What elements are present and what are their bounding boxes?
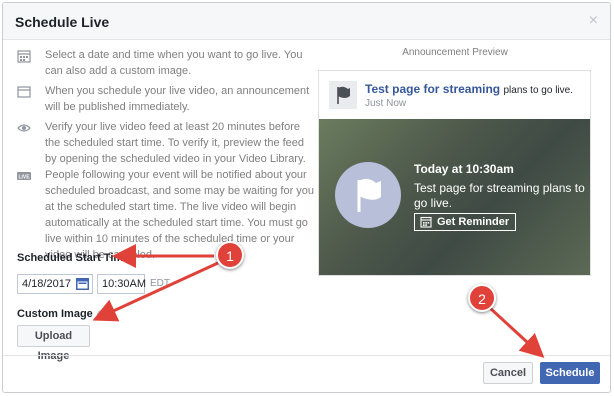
schedule-button[interactable]: Schedule xyxy=(540,362,600,384)
annotation-badge-1: 1 xyxy=(216,241,244,269)
time-field[interactable]: 10:30AM xyxy=(97,274,146,294)
preview-image: Today at 10:30am Test page for streaming… xyxy=(319,119,590,275)
get-reminder-button[interactable]: Get Reminder xyxy=(414,213,517,231)
preview-timestamp: Just Now xyxy=(365,98,407,109)
preview-date: Today at 10:30am xyxy=(414,162,514,176)
info-row-verify: Verify your live video feed at least 20 … xyxy=(17,119,307,169)
upload-image-button[interactable]: Upload Image xyxy=(17,325,90,362)
flag-circle-icon xyxy=(335,162,401,228)
annotation-badge-2: 2 xyxy=(468,284,496,312)
calendar-picker-icon[interactable] xyxy=(75,276,90,291)
eye-icon xyxy=(17,124,31,132)
preview-page-line: Test page for streaming plans to go live… xyxy=(365,82,573,96)
info-text: When you schedule your live video, an an… xyxy=(45,85,310,113)
preview-header: Test page for streaming plans to go live… xyxy=(319,71,590,119)
page-flag-icon xyxy=(329,81,357,109)
dialog-title: Schedule Live xyxy=(15,14,110,30)
info-text: People following your event will be noti… xyxy=(45,169,315,261)
info-text: Verify your live video feed at least 20 … xyxy=(45,121,306,165)
cancel-button[interactable]: Cancel xyxy=(483,362,533,384)
info-row-date: Select a date and time when you want to … xyxy=(17,47,307,81)
close-icon[interactable]: × xyxy=(589,12,598,30)
info-icon[interactable]: i xyxy=(96,310,106,319)
info-text: Select a date and time when you want to … xyxy=(45,49,303,77)
footer-divider xyxy=(3,355,610,356)
window-icon xyxy=(17,86,31,98)
announcement-preview-card: Test page for streaming plans to go live… xyxy=(318,70,591,276)
svg-text:LIVE: LIVE xyxy=(18,175,30,181)
preview-action: plans to go live. xyxy=(503,85,573,96)
live-icon: LIVE xyxy=(17,172,31,181)
announcement-preview-label: Announcement Preview xyxy=(402,47,508,58)
schedule-live-dialog: Schedule Live × Select a date and time w… xyxy=(2,2,611,393)
page-name-link[interactable]: Test page for streaming xyxy=(365,82,500,96)
info-row-announcement: When you schedule your live video, an an… xyxy=(17,83,309,117)
calendar-icon xyxy=(420,216,432,228)
custom-image-label: Custom Image i xyxy=(17,308,106,320)
timezone-label: EDT xyxy=(150,278,170,289)
info-row-notify: LIVE People following your event will be… xyxy=(17,167,314,261)
dialog-header: Schedule Live × xyxy=(3,3,610,40)
scheduled-start-time-label: Scheduled Start Time xyxy=(17,252,130,264)
calendar-icon xyxy=(17,50,31,63)
get-reminder-label: Get Reminder xyxy=(437,216,510,228)
preview-description: Test page for streaming plans to go live… xyxy=(414,181,585,210)
